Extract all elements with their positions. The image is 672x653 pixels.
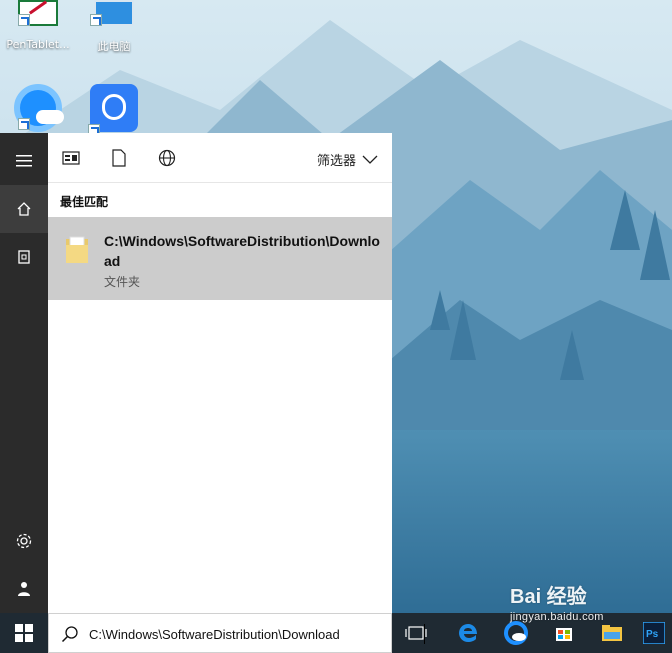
cloud-browser-icon [504,621,528,645]
desktop-icon-label: PenTablet... [6,38,70,51]
documents-button[interactable] [0,233,48,281]
cloud-browser-icon [14,84,64,132]
filter-dropdown[interactable]: 筛选器 [317,150,378,169]
folder-icon [64,235,90,265]
best-match-result[interactable]: C:\Windows\SoftwareDistribution\Download… [48,217,392,300]
hamburger-icon [16,155,32,167]
monitor-icon [90,0,134,26]
document-icon [18,250,30,264]
shortcut-arrow-icon [18,14,30,26]
task-view-button[interactable] [392,613,440,653]
search-input[interactable] [89,622,389,646]
photoshop-taskbar-button[interactable]: Ps [636,613,672,653]
apps-scope-button[interactable] [62,149,80,167]
watermark-url: jingyan.baidu.com [510,611,604,623]
watermark-brand: Bai 经验 [510,586,587,608]
gear-icon [16,533,32,549]
edge-taskbar-button[interactable] [444,613,492,653]
globe-icon [158,149,176,167]
desktop-icon-shield-app[interactable] [76,84,152,136]
result-title: C:\Windows\SoftwareDistribution\Download [104,233,380,269]
shortcut-arrow-icon [90,14,102,26]
start-rail [0,133,48,613]
home-button[interactable] [0,185,48,233]
home-icon [17,202,31,216]
desktop-icon-cloud-browser[interactable] [0,84,76,132]
desktop-icon-this-pc[interactable]: 此电脑 [76,0,152,54]
windows-logo-icon [15,624,33,642]
svg-text:Ps: Ps [646,629,659,640]
feedback-icon [18,582,30,596]
search-results-panel: 筛选器 最佳匹配 C:\Windows\SoftwareDistribution… [48,133,392,613]
settings-button[interactable] [0,517,48,565]
result-type: 文件夹 [104,275,141,289]
file-explorer-icon [602,625,622,641]
file-icon [112,149,126,167]
filter-label: 筛选器 [316,154,356,169]
documents-scope-button[interactable] [110,149,128,167]
best-match-heading: 最佳匹配 [60,195,109,209]
edge-icon [459,624,477,642]
search-toolbar: 筛选器 [48,133,392,183]
baidu-jingyan-watermark: Bai 经验 jingyan.baidu.com [510,580,604,623]
hamburger-menu-button[interactable] [0,137,48,185]
feedback-button[interactable] [0,565,48,613]
store-icon [556,628,572,641]
chevron-down-icon [362,155,378,164]
desktop-icon-pentablet[interactable]: PenTablet... [0,0,76,51]
shield-app-icon [88,84,138,136]
apps-window-icon [62,151,80,165]
taskbar-search-box[interactable] [48,613,425,653]
photoshop-icon: Ps [643,622,665,644]
pentablet-icon [18,0,58,26]
shortcut-arrow-icon [18,118,30,130]
web-scope-button[interactable] [158,149,176,167]
search-icon [61,626,78,643]
task-view-icon [405,626,427,640]
desktop-icon-label: 此电脑 [97,40,131,53]
start-button[interactable] [0,613,48,653]
